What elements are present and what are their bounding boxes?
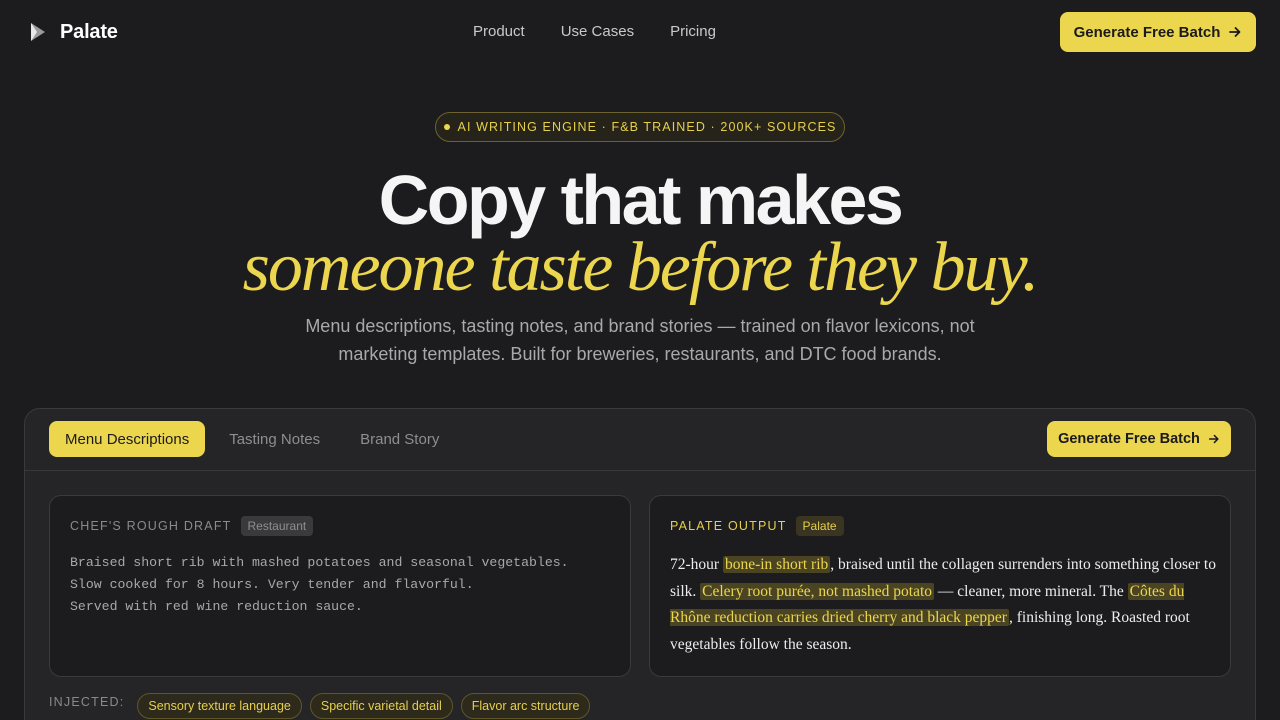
draft-tag: Restaurant bbox=[240, 516, 314, 536]
arrow-right-icon bbox=[1208, 434, 1219, 444]
draft-text: Braised short rib with mashed potatoes a… bbox=[70, 552, 610, 618]
arrow-right-icon bbox=[1229, 27, 1241, 37]
tab-brand-story[interactable]: Brand Story bbox=[344, 421, 455, 457]
output-tag: Palate bbox=[795, 516, 844, 536]
tab-menu-descriptions[interactable]: Menu Descriptions bbox=[49, 421, 206, 457]
output-segment: — cleaner, more mineral. The bbox=[934, 582, 1128, 600]
hero-badge-text: AI WRITING ENGINE · F&B TRAINED · 200K+ … bbox=[457, 120, 837, 134]
play-wedge-logo-icon bbox=[31, 23, 45, 41]
injected-chip: Specific varietal detail bbox=[309, 693, 453, 719]
nav-link-pricing[interactable]: Pricing bbox=[670, 23, 716, 40]
panel-divider bbox=[25, 470, 1255, 471]
demo-tabs: Menu Descriptions Tasting Notes Brand St… bbox=[49, 421, 455, 457]
draft-line: Served with red wine reduction sauce. bbox=[70, 599, 363, 614]
output-text: 72-hour bone-in short rib, braised until… bbox=[670, 552, 1218, 658]
panel-generate-free-batch-label: Generate Free Batch bbox=[1058, 431, 1200, 447]
nav-link-use-cases[interactable]: Use Cases bbox=[561, 23, 634, 40]
draft-line: Slow cooked for 8 hours. Very tender and… bbox=[70, 577, 474, 592]
output-highlight: Celery root purée, not mashed potato bbox=[700, 582, 935, 600]
brand[interactable]: Palate bbox=[28, 20, 118, 44]
nav-link-product[interactable]: Product bbox=[473, 23, 525, 40]
badge-dot bbox=[443, 124, 450, 130]
brand-name: Palate bbox=[60, 20, 118, 43]
output-card-header: PALATE OUTPUT Palate bbox=[670, 516, 844, 536]
demo-panel: Menu Descriptions Tasting Notes Brand St… bbox=[24, 408, 1256, 720]
injected-label: INJECTED: bbox=[49, 695, 125, 709]
nav-links: Product Use Cases Pricing bbox=[473, 23, 716, 40]
hero-subtitle: Menu descriptions, tasting notes, and br… bbox=[305, 316, 975, 364]
generate-free-batch-label: Generate Free Batch bbox=[1073, 23, 1221, 41]
draft-card-header: CHEF'S ROUGH DRAFT Restaurant bbox=[70, 516, 314, 536]
injected-chip: Sensory texture language bbox=[137, 693, 302, 719]
tab-tasting-notes[interactable]: Tasting Notes bbox=[213, 421, 336, 457]
generate-free-batch-button[interactable]: Generate Free Batch bbox=[1060, 12, 1256, 52]
top-navigation: Palate Product Use Cases Pricing Generat… bbox=[0, 0, 1280, 64]
output-label: PALATE OUTPUT bbox=[670, 519, 787, 533]
panel-generate-free-batch-button[interactable]: Generate Free Batch bbox=[1047, 421, 1231, 457]
output-segment: 72-hour bbox=[670, 556, 723, 573]
injected-chip: Flavor arc structure bbox=[460, 693, 591, 719]
draft-line: Braised short rib with mashed potatoes a… bbox=[70, 555, 569, 570]
draft-label: CHEF'S ROUGH DRAFT bbox=[70, 519, 232, 533]
output-card: PALATE OUTPUT Palate 72-hour bone-in sho… bbox=[649, 495, 1231, 677]
hero-title-italic: someone taste before they buy. bbox=[242, 229, 1040, 306]
injected-row: INJECTED: Sensory texture language Speci… bbox=[49, 693, 591, 719]
hero-badge: AI WRITING ENGINE · F&B TRAINED · 200K+ … bbox=[435, 112, 845, 142]
output-highlight: bone-in short rib bbox=[722, 556, 831, 573]
draft-card: CHEF'S ROUGH DRAFT Restaurant Braised sh… bbox=[49, 495, 631, 677]
